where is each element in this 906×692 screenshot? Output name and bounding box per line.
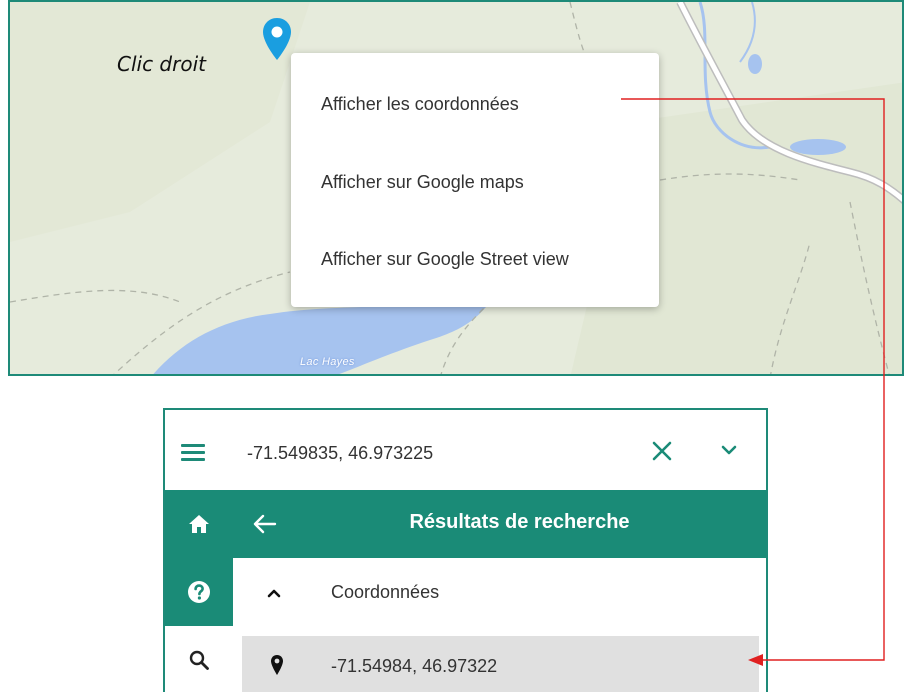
hamburger-icon[interactable] [181, 444, 205, 461]
results-title: Résultats de recherche [409, 511, 630, 533]
result-coordinates: -71.54984, 46.97322 [331, 656, 498, 676]
help-icon [188, 581, 210, 603]
home-icon [189, 515, 209, 533]
search-icon [189, 650, 209, 670]
side-nav [165, 490, 233, 692]
lake-label: Lac Hayes [300, 356, 355, 368]
map-marker-icon[interactable] [260, 16, 294, 64]
search-input[interactable] [245, 436, 619, 470]
menu-item-google-street-view[interactable]: Afficher sur Google Street view [321, 249, 569, 270]
search-bar [165, 410, 766, 490]
right-click-annotation: Clic droit [117, 52, 206, 76]
context-menu: Afficher les coordonnées Afficher sur Go… [291, 53, 659, 307]
result-item[interactable]: -71.54984, 46.97322 [242, 636, 759, 692]
nav-help-button[interactable] [165, 558, 233, 626]
nav-search-button[interactable] [165, 626, 233, 692]
results-group-coordinates[interactable]: Coordonnées [233, 558, 766, 626]
menu-item-google-maps[interactable]: Afficher sur Google maps [321, 172, 524, 193]
chevron-up-icon[interactable] [267, 588, 281, 598]
group-label: Coordonnées [331, 582, 440, 602]
results-header: Résultats de recherche [233, 490, 766, 558]
search-panel: Résultats de recherche Coordonnées -71.5… [163, 408, 768, 692]
menu-item-show-coordinates[interactable]: Afficher les coordonnées [321, 94, 519, 115]
close-icon[interactable] [651, 440, 673, 462]
map-marker-icon [271, 655, 283, 675]
chevron-down-icon[interactable] [721, 444, 737, 456]
nav-home-button[interactable] [165, 490, 233, 558]
